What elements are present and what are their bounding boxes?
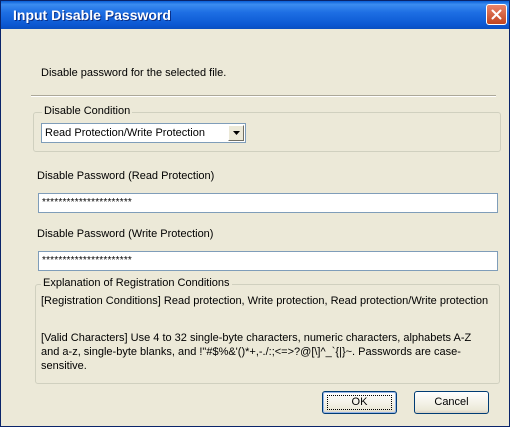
write-password-input[interactable]: ********************** bbox=[38, 251, 498, 271]
explanation-legend: Explanation of Registration Conditions bbox=[41, 277, 232, 289]
description-text: Disable password for the selected file. bbox=[41, 67, 227, 79]
disable-condition-value: Read Protection/Write Protection bbox=[45, 127, 205, 139]
chevron-down-icon bbox=[232, 131, 240, 135]
read-password-label: Disable Password (Read Protection) bbox=[37, 170, 215, 182]
read-password-value: ********************** bbox=[42, 197, 133, 208]
valid-characters-text: [Valid Characters] Use 4 to 32 single-by… bbox=[41, 332, 472, 372]
close-icon bbox=[491, 9, 502, 20]
ok-button[interactable]: OK bbox=[322, 391, 397, 414]
close-button[interactable] bbox=[486, 4, 507, 25]
dialog-body: Disable password for the selected file. … bbox=[4, 29, 506, 424]
disable-condition-legend: Disable Condition bbox=[42, 105, 133, 117]
dropdown-button[interactable] bbox=[228, 125, 244, 141]
window-title: Input Disable Password bbox=[13, 7, 171, 23]
write-password-value: ********************** bbox=[42, 255, 133, 266]
cancel-button[interactable]: Cancel bbox=[414, 391, 489, 414]
disable-condition-select[interactable]: Read Protection/Write Protection bbox=[41, 123, 246, 143]
focus-rect bbox=[327, 395, 392, 410]
cancel-button-label: Cancel bbox=[434, 396, 469, 408]
registration-conditions-text: [Registration Conditions] Read protectio… bbox=[41, 295, 489, 307]
write-password-label: Disable Password (Write Protection) bbox=[37, 228, 214, 240]
title-bar[interactable]: Input Disable Password bbox=[1, 1, 509, 29]
dialog-window: Input Disable Password Disable password … bbox=[0, 0, 510, 427]
divider bbox=[31, 95, 496, 97]
read-password-input[interactable]: ********************** bbox=[38, 193, 498, 213]
